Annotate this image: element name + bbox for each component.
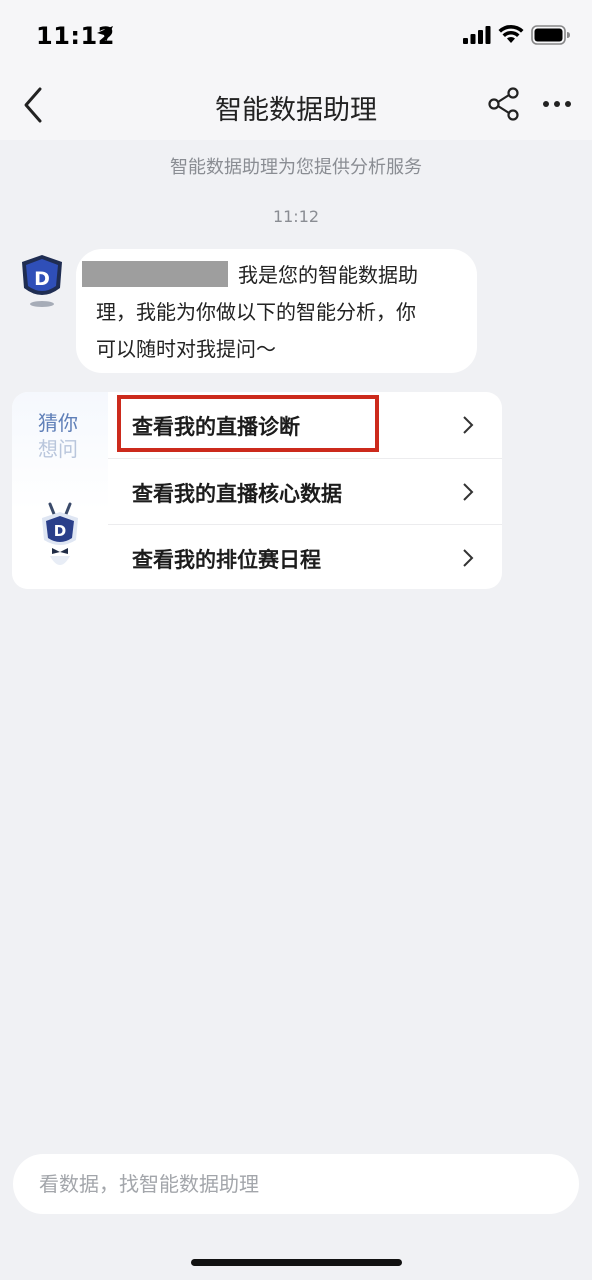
status-bar: 11:12: [0, 0, 592, 70]
guess-label-line-1: 猜你: [38, 411, 78, 435]
suggestion-item[interactable]: 查看我的直播诊断: [108, 392, 502, 458]
suggestion-item[interactable]: 查看我的排位赛日程: [108, 524, 502, 589]
wifi-icon: [498, 24, 524, 43]
redacted-username: [82, 261, 228, 287]
assistant-avatar-icon: D: [22, 255, 62, 307]
guess-label-line-2: 想问: [38, 437, 78, 461]
svg-text:D: D: [34, 268, 50, 290]
chevron-right-icon: [463, 416, 474, 434]
screen: 11:12 智能数据助理 智能数据助理为您提供分析服务 11:12 D 我是您的…: [0, 0, 592, 1280]
location-arrow-icon: [97, 26, 113, 42]
chevron-right-icon: [463, 549, 474, 567]
home-indicator: [191, 1259, 402, 1266]
svg-text:D: D: [54, 522, 66, 540]
greeting-line-2: 理，我能为你做以下的智能分析，你: [96, 300, 416, 324]
suggestion-label: 查看我的排位赛日程: [132, 548, 321, 572]
cellular-signal-icon: [463, 26, 491, 44]
greeting-bubble: 我是您的智能数据助 理，我能为你做以下的智能分析，你 可以随时对我提问～: [76, 249, 477, 373]
greeting-line-3: 可以随时对我提问～: [96, 337, 276, 361]
chat-input[interactable]: [13, 1154, 579, 1214]
greeting-text-1: 我是您的智能数据助: [238, 263, 418, 287]
guess-label: 猜你 想问: [38, 410, 82, 462]
suggestion-card: 猜你 想问 D 查看我的直播诊断 查看我的直播核心数据 查看我的排位赛日程: [12, 392, 502, 589]
share-icon[interactable]: [486, 86, 522, 122]
robot-mascot-icon: D: [42, 502, 78, 565]
service-subtitle: 智能数据助理为您提供分析服务: [170, 157, 422, 178]
suggestion-label: 查看我的直播核心数据: [132, 482, 342, 506]
chevron-right-icon: [463, 483, 474, 501]
greeting-line-1: 我是您的智能数据助: [82, 257, 457, 294]
battery-icon: [531, 25, 570, 45]
suggestion-label: 查看我的直播诊断: [132, 415, 300, 439]
message-timestamp: 11:12: [272, 207, 320, 226]
nav-bar: 智能数据助理: [0, 70, 592, 140]
suggestion-side-panel: 猜你 想问 D: [12, 392, 108, 589]
more-options-icon[interactable]: [541, 88, 573, 120]
suggestion-item[interactable]: 查看我的直播核心数据: [108, 458, 502, 525]
